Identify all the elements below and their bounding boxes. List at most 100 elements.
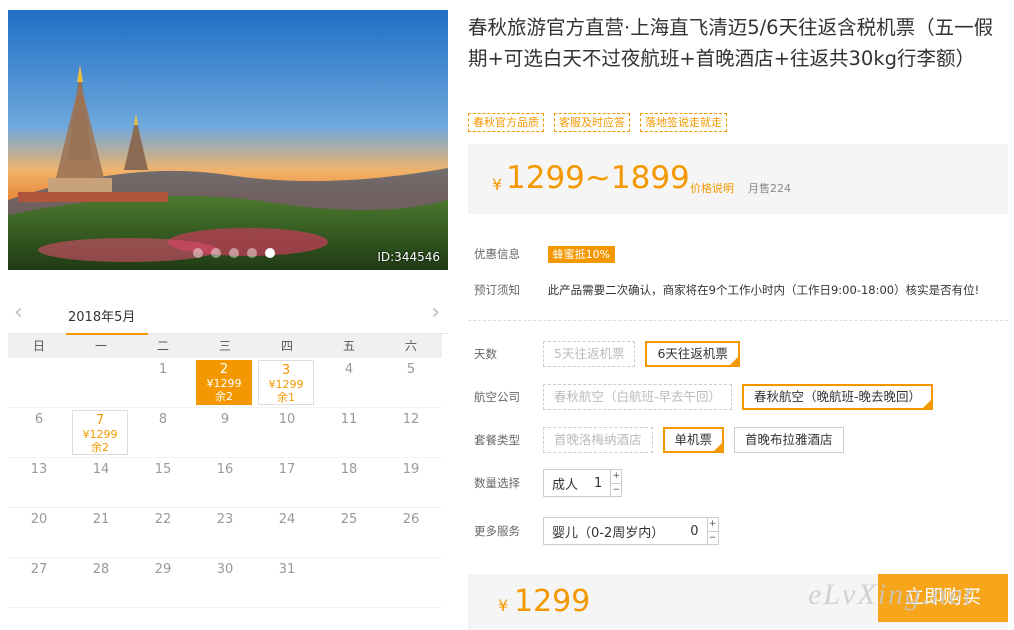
package-option: 首晚洛梅纳酒店	[543, 427, 653, 453]
day-number: 27	[30, 562, 48, 577]
day-number: 7	[95, 413, 105, 428]
day-number: 4	[344, 362, 354, 377]
product-hero-image[interactable]: ID:344546	[8, 10, 448, 270]
calendar-day: 1	[132, 358, 194, 408]
more-service-row: 更多服务 婴儿（0-2周岁内） 0 + −	[474, 517, 719, 545]
more-service-label: 更多服务	[474, 524, 520, 538]
carousel-dot[interactable]	[265, 248, 275, 258]
day-number: 1	[158, 362, 168, 377]
calendar-day: 26	[380, 508, 442, 558]
day-number: 21	[92, 512, 110, 527]
day-number: 29	[154, 562, 172, 577]
adult-plus-button[interactable]: +	[611, 470, 621, 483]
calendar-day: 23	[194, 508, 256, 558]
service-tag: 春秋官方品质	[468, 113, 544, 132]
calendar-day: 27	[8, 558, 70, 608]
weekday-header: 五	[318, 334, 380, 358]
day-number: 24	[278, 512, 296, 527]
calendar-day: 11	[318, 408, 380, 458]
calendar-day: 21	[70, 508, 132, 558]
days-option: 5天往返机票	[543, 341, 636, 367]
package-label: 套餐类型	[474, 433, 520, 447]
carousel-dot[interactable]	[193, 248, 203, 258]
quantity-label: 数量选择	[474, 476, 520, 490]
day-remaining: 余2	[91, 441, 109, 454]
calendar-day: 10	[256, 408, 318, 458]
adult-minus-button[interactable]: −	[611, 482, 622, 497]
promo-label: 优惠信息	[474, 247, 520, 261]
calendar-day: 13	[8, 458, 70, 508]
carousel-dot[interactable]	[247, 248, 257, 258]
calendar-day: 9	[194, 408, 256, 458]
calendar-day	[318, 558, 380, 608]
product-id-label: ID:344546	[377, 250, 440, 264]
airline-label: 航空公司	[474, 390, 520, 404]
price-explanation-link[interactable]: 价格说明	[690, 180, 734, 196]
day-remaining: 余1	[277, 391, 295, 404]
day-number: 18	[340, 462, 358, 477]
calendar-day: 4	[318, 358, 380, 408]
day-price: ¥1299	[82, 428, 118, 441]
price-currency: ¥	[492, 175, 503, 194]
calendar-day[interactable]: 2 ¥1299 余2	[194, 358, 256, 408]
notice-text: 此产品需要二次确认，商家将在9个工作小时内（工作日9:00-18:00）核实是否…	[547, 283, 980, 297]
notice-label: 预订须知	[474, 283, 520, 297]
day-number: 14	[92, 462, 110, 477]
day-number: 12	[402, 412, 420, 427]
infant-quantity-stepper[interactable]: 婴儿（0-2周岁内） 0 + −	[543, 517, 719, 545]
day-number: 5	[406, 362, 416, 377]
calendar-day: 30	[194, 558, 256, 608]
airline-option: 春秋航空（白航班-早去午回）	[543, 384, 733, 410]
calendar-day: 5	[380, 358, 442, 408]
weekday-header: 三	[194, 334, 256, 358]
service-tag: 客服及时应答	[554, 113, 630, 132]
adult-quantity-value[interactable]: 1	[586, 476, 610, 491]
day-number: 17	[278, 462, 296, 477]
calendar-day: 16	[194, 458, 256, 508]
monthly-sales: 月售224	[748, 182, 791, 195]
day-number: 15	[154, 462, 172, 477]
calendar-day: 20	[8, 508, 70, 558]
infant-plus-button[interactable]: +	[708, 518, 718, 531]
calendar-day[interactable]: 3 ¥1299 余1	[256, 358, 318, 408]
calendar-day: 22	[132, 508, 194, 558]
infant-quantity-value[interactable]: 0	[672, 524, 706, 539]
day-number: 9	[220, 412, 230, 427]
weekday-header: 四	[256, 334, 318, 358]
carousel-dot[interactable]	[211, 248, 221, 258]
calendar-day: 14	[70, 458, 132, 508]
package-option[interactable]: 单机票	[662, 427, 725, 453]
next-month-chevron-icon[interactable]: ›	[431, 302, 440, 324]
day-number: 28	[92, 562, 110, 577]
days-option[interactable]: 6天往返机票	[645, 341, 740, 367]
day-number: 8	[158, 412, 168, 427]
day-number: 19	[402, 462, 420, 477]
carousel-dot[interactable]	[229, 248, 239, 258]
weekday-header: 六	[380, 334, 442, 358]
price-range: 1299~1899	[506, 160, 690, 196]
calendar-month-tab[interactable]: 2018年5月	[66, 306, 148, 335]
calendar-header: ‹ 2018年5月 ›	[8, 296, 448, 335]
infant-minus-button[interactable]: −	[707, 530, 718, 545]
infant-type-label: 婴儿（0-2周岁内）	[552, 525, 665, 541]
prev-month-chevron-icon[interactable]: ‹	[14, 302, 23, 324]
package-option[interactable]: 首晚布拉雅酒店	[734, 427, 844, 453]
calendar-day[interactable]: 7 ¥1299 余2	[70, 408, 132, 458]
calendar-day: 17	[256, 458, 318, 508]
promo-row: 优惠信息 蜂蜜抵10%	[474, 246, 616, 263]
buy-currency: ¥	[498, 596, 509, 615]
adult-type-label: 成人	[552, 477, 579, 493]
weekday-header: 二	[132, 334, 194, 358]
date-calendar: ‹ 2018年5月 › 日一二三四五六 1 2 ¥1299 余2 3 ¥1299 余1 4 5 6 7…	[8, 296, 448, 608]
day-number: 20	[30, 512, 48, 527]
day-number: 26	[402, 512, 420, 527]
calendar-day: 28	[70, 558, 132, 608]
airline-option[interactable]: 春秋航空（晚航班-晚去晚回）	[742, 384, 934, 410]
days-label: 天数	[474, 347, 497, 361]
adult-quantity-stepper[interactable]: 成人 1 + −	[543, 469, 623, 497]
calendar-day: 6	[8, 408, 70, 458]
day-number: 13	[30, 462, 48, 477]
day-number: 3	[281, 363, 291, 378]
day-number: 11	[340, 412, 358, 427]
day-remaining: 余2	[215, 390, 233, 403]
